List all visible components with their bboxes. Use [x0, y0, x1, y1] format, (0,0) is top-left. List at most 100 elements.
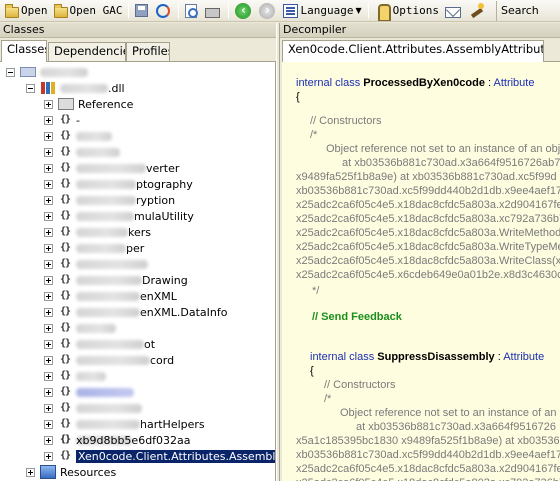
tree-item-namespace[interactable]: {} ot	[44, 336, 155, 352]
collapse-toggle[interactable]	[6, 67, 15, 77]
expand-toggle[interactable]	[44, 451, 53, 461]
print-button[interactable]	[202, 1, 225, 21]
tree-item-namespace[interactable]: {}	[44, 144, 120, 160]
expand-toggle[interactable]	[44, 323, 53, 333]
tree-item-dll[interactable]: .dll	[26, 80, 125, 96]
namespace-braces-icon: {}	[59, 194, 71, 205]
namespace-braces-icon: {}	[59, 258, 71, 269]
tree-item-selected[interactable]: {} Xen0code.Client.Attributes.AssemblyAt…	[44, 448, 275, 464]
expand-toggle[interactable]	[44, 179, 53, 189]
expand-toggle[interactable]	[44, 147, 53, 157]
class-tree[interactable]: .dll Reference {} - {} {} {} verter {} ptogra…	[0, 61, 276, 481]
language-dropdown[interactable]: Language ▼	[280, 1, 364, 21]
tree-item-namespace[interactable]: {}	[44, 400, 142, 416]
options-button[interactable]: Options	[372, 1, 442, 21]
tree-item-namespace[interactable]: {} Drawing	[44, 272, 188, 288]
namespace-braces-icon: {}	[59, 338, 71, 349]
tab-dependencies[interactable]: Dependencies	[48, 42, 126, 61]
pane-splitter[interactable]	[276, 23, 280, 481]
redacted-label	[76, 259, 148, 269]
redacted-label	[76, 387, 134, 397]
tree-item-namespace[interactable]: {}	[44, 368, 106, 384]
expand-toggle[interactable]	[44, 355, 53, 365]
namespace-label: ryption	[136, 193, 176, 207]
expand-toggle[interactable]	[44, 387, 53, 397]
code-line: Object reference not set to an instance …	[326, 143, 560, 155]
code-line: x25adc2ca6f05c4e5.x18dac8cfdc5a803a.Writ…	[296, 227, 560, 239]
refresh-button[interactable]	[153, 1, 175, 21]
tab-profiles[interactable]: Profiles	[126, 42, 170, 61]
tree-item-namespace[interactable]: {} verter	[44, 160, 179, 176]
code-line: x25adc2ca6f05c4e5.x18dac8cfdc5a803a.Writ…	[296, 241, 560, 253]
forward-button[interactable]: ›	[256, 1, 280, 21]
tree-item-namespace[interactable]: {}	[44, 128, 112, 144]
open-button[interactable]: Open	[2, 1, 51, 21]
expand-toggle[interactable]	[44, 227, 53, 237]
tree-item-resources[interactable]: Resources	[26, 464, 116, 480]
tree-item-reference[interactable]: Reference	[44, 96, 133, 112]
wizard-button[interactable]	[466, 1, 490, 21]
decompiled-code-view[interactable]: internal class ProcessedByXen0code : Att…	[282, 61, 560, 481]
tab-classes[interactable]: Classes	[1, 40, 47, 62]
code-line: x25adc2ca6f05c4e5.x18dac8cfdc5a803a.xc79…	[296, 476, 560, 481]
language-label: Language	[300, 4, 354, 17]
options-label: Options	[392, 4, 439, 17]
namespace-braces-icon: {}	[59, 386, 71, 397]
code-line: // Send Feedback	[312, 311, 402, 323]
expand-toggle[interactable]	[44, 115, 53, 125]
save-button[interactable]	[132, 1, 153, 21]
wand-icon	[469, 2, 485, 19]
expand-toggle[interactable]	[44, 419, 53, 429]
expand-toggle[interactable]	[44, 243, 53, 253]
decompiler-pane-title: Decompiler	[280, 23, 560, 38]
expand-toggle[interactable]	[44, 259, 53, 269]
tree-item-namespace[interactable]: {} enXML.DataInfo	[44, 304, 227, 320]
tree-item-namespace[interactable]: {}	[44, 320, 116, 336]
expand-toggle[interactable]	[44, 163, 53, 173]
expand-toggle[interactable]	[44, 99, 53, 109]
expand-toggle[interactable]	[44, 339, 53, 349]
expand-toggle[interactable]	[44, 307, 53, 317]
tree-item-namespace[interactable]: {} cord	[44, 352, 174, 368]
namespace-braces-icon: {}	[59, 450, 71, 461]
code-line: x25adc2ca6f05c4e5.x18dac8cfdc5a803a.Writ…	[296, 255, 560, 267]
namespace-braces-icon: {}	[59, 434, 71, 445]
expand-toggle[interactable]	[44, 275, 53, 285]
tree-item-namespace[interactable]: {} hartHelpers	[44, 416, 205, 432]
tab-decompiled-source[interactable]: Xen0code.Client.Attributes.AssemblyAttri…	[282, 40, 544, 62]
redacted-label	[76, 179, 136, 189]
back-button[interactable]: ‹	[232, 1, 256, 21]
tree-item-namespace[interactable]: {} ryption	[44, 192, 175, 208]
resources-icon	[40, 465, 56, 479]
expand-toggle[interactable]	[26, 467, 35, 477]
namespace-braces-icon: {}	[59, 162, 71, 173]
expand-toggle[interactable]	[44, 435, 53, 445]
tree-item-namespace[interactable]: {}	[44, 384, 134, 400]
expand-toggle[interactable]	[44, 131, 53, 141]
tree-item-namespace[interactable]: {} xb9d8bb5e6df032aa	[44, 432, 191, 448]
collapse-toggle[interactable]	[26, 83, 35, 93]
find-button[interactable]	[182, 1, 202, 21]
expand-toggle[interactable]	[44, 403, 53, 413]
tree-item-namespace[interactable]: {} per	[44, 240, 144, 256]
toolbar-separator	[178, 2, 180, 19]
tree-item-namespace[interactable]: {} kers	[44, 224, 151, 240]
save-disk-icon	[135, 4, 149, 17]
tree-item-namespace[interactable]: {} ptography	[44, 176, 193, 192]
search-box[interactable]: Search	[495, 0, 539, 21]
expand-toggle[interactable]	[44, 211, 53, 221]
redacted-label	[76, 227, 128, 237]
expand-toggle[interactable]	[44, 371, 53, 381]
namespace-braces-icon: {}	[59, 306, 71, 317]
namespace-label: Drawing	[142, 273, 188, 287]
tree-item-namespace[interactable]: {} mulaUtility	[44, 208, 194, 224]
expand-toggle[interactable]	[44, 195, 53, 205]
tree-item-namespace[interactable]: {} -	[44, 112, 80, 128]
expand-toggle[interactable]	[44, 291, 53, 301]
feedback-mail-button[interactable]	[442, 1, 466, 21]
language-icon	[283, 3, 299, 18]
open-gac-button[interactable]: Open GAC	[51, 1, 126, 21]
tree-item-namespace[interactable]: {} enXML	[44, 288, 177, 304]
tree-root[interactable]	[6, 64, 88, 80]
tree-item-namespace[interactable]: {}	[44, 256, 148, 272]
